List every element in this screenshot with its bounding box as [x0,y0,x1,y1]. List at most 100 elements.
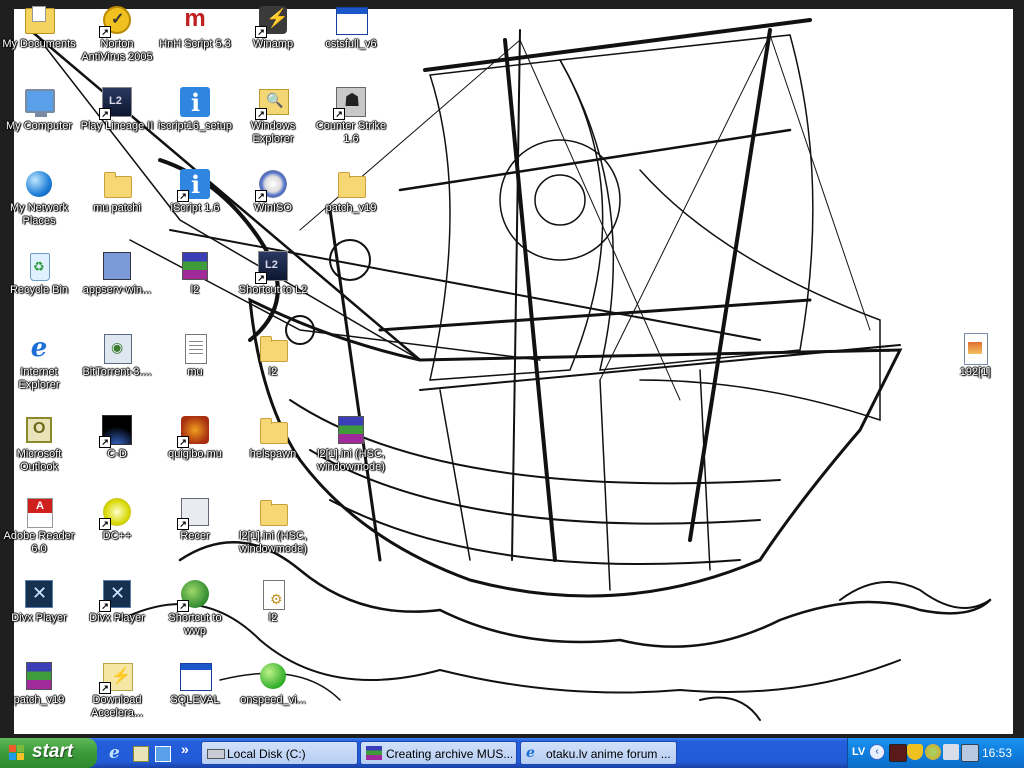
desktop-icon[interactable]: l2 [234,328,312,379]
ini-settings-icon [257,578,289,610]
desktop-icon[interactable]: Divx Player [0,574,78,625]
desktop-icon[interactable]: ↗ WinISO [234,164,312,215]
desktop-icon[interactable]: 192[1] [936,328,1014,379]
winrar-archive-icon [23,660,55,692]
desktop-icon[interactable]: patch_v19 [312,164,390,215]
desktop-icon[interactable]: SQLEVAL [156,656,234,707]
desktop-icon-label: Recycle Bin [9,284,69,296]
desktop-icon[interactable]: l2 [156,246,234,297]
task-local-disk[interactable]: Local Disk (C:) [201,741,358,765]
task-creating-archive[interactable]: Creating archive MUS... [360,741,517,765]
show-hidden-icons-button[interactable]: ‹ [869,744,885,760]
desktop-icon[interactable]: My Network Places [0,164,78,228]
desktop-icon[interactable]: iscript16_setup [156,82,234,133]
desktop-icon[interactable]: My Documents [0,0,78,51]
desktop-icon[interactable]: patch_v19 [0,656,78,707]
desktop-icon[interactable]: Microsoft Outlook [0,410,78,474]
tray-app-red-icon[interactable] [889,744,907,762]
shortcut-arrow-icon: ↗ [99,682,111,694]
desktop-icon[interactable]: helspawn [234,410,312,461]
desktop-icon[interactable]: l2 [234,574,312,625]
desktop-icon[interactable]: Recycle Bin [0,246,78,297]
desktop-icon[interactable]: ↗Play Lineage II [78,82,156,133]
desktop-icon-label: Counter Strike 1.6 [315,120,387,145]
recycle-bin-icon [23,250,55,282]
desktop-icon-label: l2 [190,284,200,296]
desktop-icon[interactable]: My Computer [0,82,78,133]
network-icon[interactable] [961,744,979,762]
quick-launch-more-button[interactable]: » [181,741,189,757]
recorder-icon: ↗ [177,496,211,530]
volume-icon[interactable] [943,744,959,760]
messenger-icon[interactable] [925,744,941,760]
onspeed-icon [257,660,289,692]
desktop-icon[interactable]: l2[1].ini (HSC, windowmode) [234,492,312,556]
desktop-icon[interactable]: ↗ DC++ [78,492,156,543]
task-otaku-forum[interactable]: e otaku.lv anime forum ... [520,741,677,765]
desktop-icon-label: Play Lineage II [80,120,154,132]
internet-explorer-quicklaunch[interactable]: e [109,744,127,762]
desktop-icon[interactable]: ↗Windows Explorer [234,82,312,146]
winrar-archive-icon [179,250,211,282]
desktop-icon-label: Recer [180,530,210,542]
desktop-icon-label: Norton AntiVirus 2005 [81,38,153,63]
desktop-icon[interactable]: ↗Winamp [234,0,312,51]
folder-icon [257,496,289,528]
desktop-icon-label: My Documents [2,38,76,50]
desktop-icon-label: Divx Player [89,612,145,624]
desktop-icon[interactable]: appserv-win... [78,246,156,297]
bittorrent-installer-icon [101,332,133,364]
desktop-icon-label: BitTorrent-3.... [82,366,152,378]
desktop-icon-label: SQLEVAL [170,694,220,706]
desktop[interactable]: My Documents My Computer My Network Places… [0,0,1024,738]
norton-antivirus-icon: ↗ [99,4,133,38]
security-shield-icon[interactable] [907,744,923,760]
desktop-icon[interactable]: e Internet Explorer [0,328,78,392]
iscript-icon: ↗ [177,168,211,202]
network-places-icon [23,168,55,200]
desktop-icon[interactable]: m HnH Script 5.3 [156,0,234,51]
winrar-archive-icon [366,746,382,760]
quigibo-icon: ↗ [177,414,211,448]
desktop-icon[interactable]: ↗Norton AntiVirus 2005 [78,0,156,64]
desktop-icon-label: l2 [268,612,278,624]
clock[interactable]: 16:53 [982,746,1012,760]
language-indicator[interactable]: LV [852,746,865,758]
task-label: Local Disk (C:) [227,747,306,761]
application-window-icon [179,660,212,692]
start-button[interactable]: start [0,738,97,768]
divx-player-icon: ↗ [99,578,133,612]
folder-icon [101,168,133,200]
desktop-icon[interactable]: ↗iScript 1.6 [156,164,234,215]
desktop-icon[interactable]: cstsfull_v6 [312,0,390,51]
desktop-icon[interactable]: ↗Divx Player [78,574,156,625]
shortcut-arrow-icon: ↗ [99,436,111,448]
folder-icon [257,414,289,446]
desktop-icon-label: onspeed_vi... [240,694,306,706]
desktop-icon[interactable]: ↗ quigibo.mu [156,410,234,461]
desktop-icon[interactable]: onspeed_vi... [234,656,312,707]
desktop-icon[interactable]: ↗Shortcut to L2 [234,246,312,297]
desktop-icon[interactable]: Adobe Reader 6.0 [0,492,78,556]
task-label: otaku.lv anime forum ... [546,747,671,761]
desktop-icon-label: HnH Script 5.3 [159,38,231,50]
desktop-icon[interactable]: mu patchi [78,164,156,215]
desktop-icon-label: helspawn [249,448,297,460]
desktop-icon[interactable]: mu [156,328,234,379]
desktop-icon-label: l2[1].ini (HSC, windowmode) [317,448,385,473]
system-tray: LV ‹ 16:53 [847,738,1024,768]
desktop-icon[interactable]: ↗ Recer [156,492,234,543]
desktop-icon[interactable]: l2[1].ini (HSC, windowmode) [312,410,390,474]
desktop-icon[interactable]: ↗ Shortcut to wwp [156,574,234,638]
task-label: Creating archive MUS... [386,747,512,761]
my-computer-icon [23,86,55,118]
desktop-icon[interactable]: ↗Counter Strike 1.6 [312,82,390,146]
desktop-icon[interactable]: BitTorrent-3.... [78,328,156,379]
shortcut-arrow-icon: ↗ [99,108,111,120]
desktop-icon-label: patch_v19 [13,694,65,706]
my-documents-icon [23,4,55,36]
desktop-icon[interactable]: ↗Download Accelera... [78,656,156,720]
outlook-quicklaunch[interactable] [153,744,171,762]
show-desktop-quicklaunch[interactable] [131,744,149,762]
desktop-icon[interactable]: ↗ C-D [78,410,156,461]
